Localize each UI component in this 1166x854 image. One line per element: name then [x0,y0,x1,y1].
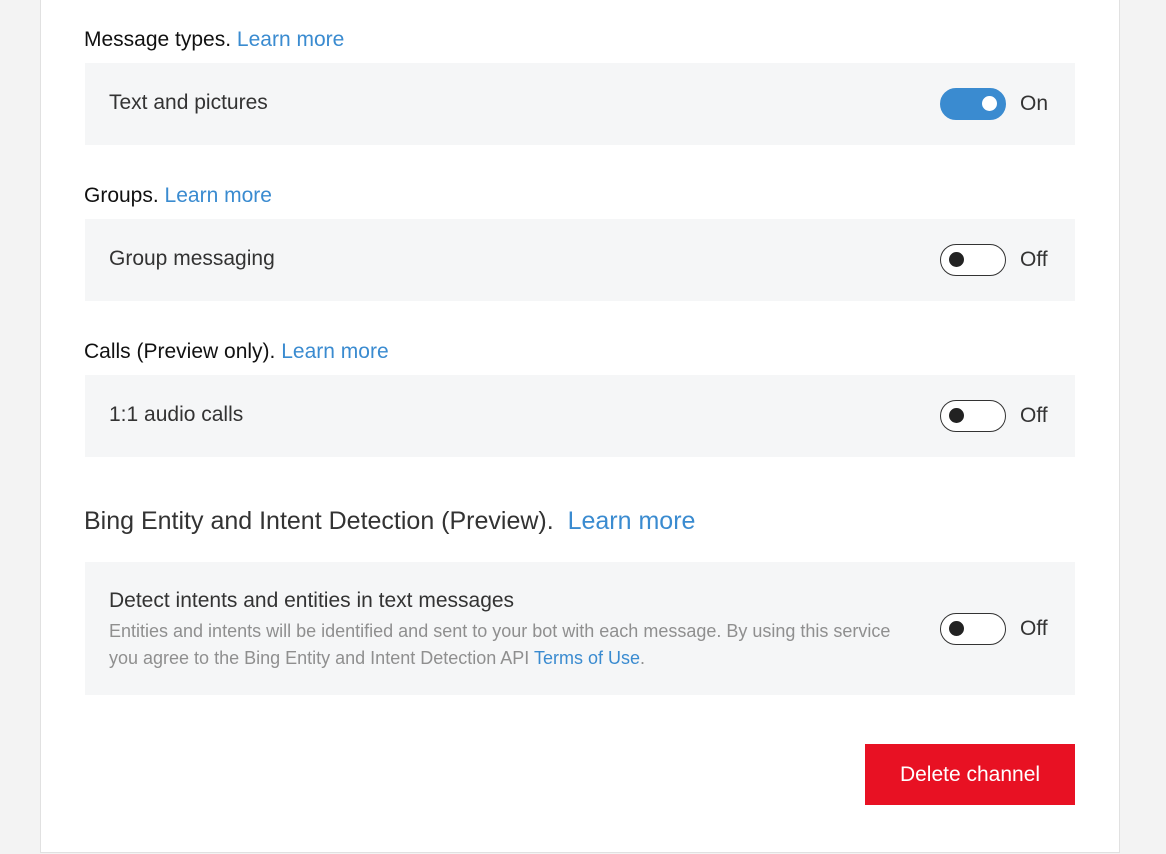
audio-calls-state: Off [1020,404,1048,427]
text-and-pictures-row: Text and pictures On [85,63,1075,145]
intent-detection-row: Detect intents and entities in text mess… [85,562,1075,695]
audio-calls-toggle[interactable] [940,400,1006,432]
message-types-heading: Message types. Learn more [84,28,344,52]
intent-detection-description: Entities and intents will be identified … [109,618,909,672]
toggle-knob [982,96,997,111]
text-and-pictures-state: On [1020,92,1049,115]
intent-detection-state: Off [1020,617,1048,640]
group-messaging-toggle[interactable] [940,244,1006,276]
text-and-pictures-toggle[interactable] [940,88,1006,120]
delete-channel-button[interactable]: Delete channel [865,744,1075,805]
terms-of-use-link[interactable]: Terms of Use [534,648,640,668]
terms-suffix: . [640,648,646,668]
calls-title: Calls (Preview only). [84,340,276,363]
audio-calls-label: 1:1 audio calls [109,403,244,426]
toggle-knob [949,408,964,423]
groups-learn-more-link[interactable]: Learn more [165,184,272,207]
group-messaging-label: Group messaging [109,247,275,270]
groups-title: Groups. [84,184,159,207]
bing-heading: Bing Entity and Intent Detection (Previe… [84,507,695,536]
groups-heading: Groups. Learn more [84,184,272,208]
group-messaging-state: Off [1020,248,1048,271]
message-types-learn-more-link[interactable]: Learn more [237,28,344,51]
audio-calls-toggle-group[interactable]: Off [940,400,1048,432]
text-and-pictures-label: Text and pictures [109,91,268,114]
intent-detection-label: Detect intents and entities in text mess… [109,589,515,612]
intent-detection-description-text: Entities and intents will be identified … [109,621,891,668]
intent-detection-toggle[interactable] [940,613,1006,645]
bing-learn-more-link[interactable]: Learn more [568,507,696,535]
toggle-knob [949,252,964,267]
intent-detection-toggle-group[interactable]: Off [940,613,1048,645]
text-and-pictures-toggle-group[interactable]: On [940,88,1048,120]
calls-learn-more-link[interactable]: Learn more [281,340,388,363]
bing-title: Bing Entity and Intent Detection (Previe… [84,507,554,535]
group-messaging-toggle-group[interactable]: Off [940,244,1048,276]
toggle-knob [949,621,964,636]
audio-calls-row: 1:1 audio calls Off [85,375,1075,457]
message-types-title: Message types. [84,28,232,51]
calls-heading: Calls (Preview only). Learn more [84,340,389,364]
group-messaging-row: Group messaging Off [85,219,1075,301]
